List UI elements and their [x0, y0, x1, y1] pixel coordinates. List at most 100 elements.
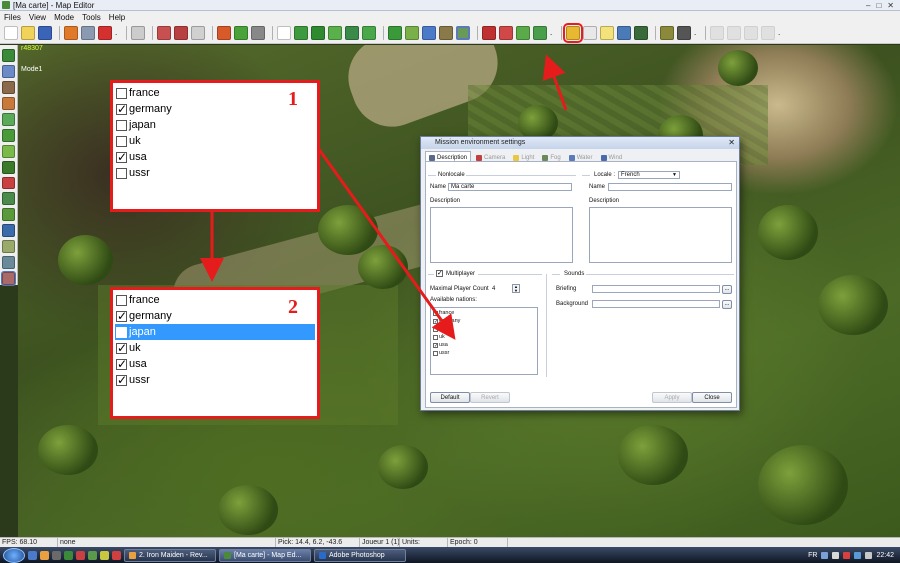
terrain-palette-icon[interactable] — [2, 49, 15, 62]
quicklaunch-icon[interactable] — [100, 550, 109, 560]
locale-name-input[interactable] — [608, 183, 732, 191]
import-icon[interactable] — [64, 26, 78, 40]
checkbox[interactable] — [116, 87, 127, 99]
max-players-stepper[interactable]: ▲ ▼ — [512, 284, 520, 293]
task-iron-maiden[interactable]: 2. Iron Maiden - Rev... — [124, 548, 216, 562]
nation-row[interactable]: france — [115, 85, 315, 101]
start-button[interactable] — [3, 547, 25, 563]
grass-icon[interactable] — [362, 26, 376, 40]
tray-icon[interactable] — [832, 551, 840, 559]
nation-row[interactable]: ussr — [115, 165, 315, 181]
checkbox[interactable]: ✓ — [433, 342, 438, 348]
description-textarea[interactable] — [430, 207, 573, 263]
misc-object-icon[interactable] — [1, 271, 16, 287]
list-item[interactable]: ussr — [433, 349, 535, 357]
checkbox[interactable] — [116, 373, 127, 387]
nation-row[interactable]: ussr — [115, 372, 315, 388]
list-item[interactable]: france — [433, 309, 535, 317]
task-photoshop[interactable]: Adobe Photoshop — [314, 548, 406, 562]
camera-icon[interactable] — [617, 26, 631, 40]
close-button[interactable]: Close — [692, 392, 732, 403]
quicklaunch-icon[interactable] — [76, 550, 85, 560]
nation-row[interactable]: germany — [115, 308, 315, 324]
checkbox[interactable] — [433, 334, 438, 340]
revert-button[interactable]: Revert — [470, 392, 510, 403]
checkbox[interactable] — [116, 357, 127, 371]
open-folder-icon[interactable] — [21, 26, 35, 40]
trigger-icon[interactable] — [499, 26, 513, 40]
nation-row[interactable]: uk — [115, 340, 315, 356]
quicklaunch-icon[interactable] — [112, 550, 121, 560]
checkbox[interactable] — [433, 326, 438, 332]
water-icon[interactable] — [422, 26, 436, 40]
height-icon[interactable] — [234, 26, 248, 40]
hedge-icon[interactable] — [2, 160, 15, 174]
clock[interactable]: 22:42 — [876, 552, 894, 559]
notes-icon[interactable] — [600, 26, 614, 40]
overflow-icon[interactable]: . — [550, 26, 554, 40]
checker-icon[interactable] — [251, 26, 265, 40]
paint-icon[interactable] — [405, 26, 419, 40]
menu-help[interactable]: Help — [109, 13, 125, 22]
multiplayer-checkbox[interactable]: ✓ — [436, 270, 443, 277]
erase-icon[interactable] — [191, 26, 205, 40]
nation-row-selected[interactable]: japan — [115, 324, 315, 340]
fence-icon[interactable] — [345, 26, 359, 40]
nation-row[interactable]: uk — [115, 133, 315, 149]
checkbox[interactable] — [116, 294, 127, 306]
house-icon[interactable] — [2, 80, 15, 94]
bulldozer-icon[interactable] — [174, 26, 188, 40]
new-file-icon[interactable] — [4, 26, 18, 40]
rock-icon[interactable] — [439, 26, 453, 40]
bridge-icon[interactable] — [2, 256, 15, 270]
nation-row[interactable]: france — [115, 292, 315, 308]
nation-row[interactable]: usa — [115, 356, 315, 372]
terrain-tool-icon[interactable] — [157, 26, 171, 40]
dialog-close-icon[interactable]: ✕ — [728, 137, 735, 149]
quicklaunch-icon[interactable] — [88, 550, 97, 560]
list-item[interactable]: uk — [433, 333, 535, 341]
task-map-editor[interactable]: [Ma carte] - Map Ed... — [219, 548, 311, 562]
rocks-icon[interactable] — [2, 240, 15, 254]
mission-settings-icon[interactable] — [563, 23, 583, 43]
checkbox[interactable] — [116, 341, 127, 355]
road-icon[interactable] — [328, 26, 342, 40]
save-icon[interactable] — [38, 26, 52, 40]
target-icon[interactable] — [98, 26, 112, 40]
maximize-button[interactable]: □ — [876, 1, 881, 10]
tray-icon[interactable] — [843, 551, 851, 559]
settings-icon[interactable] — [81, 26, 95, 40]
menu-mode[interactable]: Mode — [54, 13, 74, 22]
path-icon[interactable] — [533, 26, 547, 40]
apply-button[interactable]: Apply — [652, 392, 692, 403]
network-icon[interactable] — [854, 551, 862, 559]
max-players-value[interactable]: 4 — [492, 286, 495, 292]
locale-select[interactable]: French ▼ — [618, 171, 680, 179]
building-icon[interactable] — [2, 64, 15, 78]
background-browse-button[interactable]: ... — [722, 300, 732, 309]
undo-icon[interactable] — [131, 26, 145, 40]
checkbox[interactable] — [116, 167, 127, 179]
select-cursor-icon[interactable] — [277, 26, 291, 40]
eye-icon[interactable] — [456, 26, 470, 40]
checkbox[interactable] — [433, 350, 438, 356]
map-icon[interactable] — [660, 26, 674, 40]
document-icon[interactable] — [583, 26, 597, 40]
quicklaunch-icon[interactable] — [64, 550, 73, 560]
tools-icon[interactable] — [677, 26, 691, 40]
overflow-icon[interactable]: . — [694, 26, 698, 40]
tray-icon[interactable] — [821, 551, 829, 559]
overflow-icon[interactable]: . — [778, 26, 782, 40]
vegetation-icon[interactable] — [311, 26, 325, 40]
forest-icon[interactable] — [388, 26, 402, 40]
default-button[interactable]: Default — [430, 392, 470, 403]
briefing-input[interactable] — [592, 285, 720, 293]
place-object-icon[interactable] — [294, 26, 308, 40]
nation-row[interactable]: japan — [115, 117, 315, 133]
checkbox[interactable] — [116, 102, 127, 116]
minimize-button[interactable]: – — [866, 1, 870, 10]
crate-icon[interactable] — [2, 96, 15, 110]
menu-view[interactable]: View — [29, 13, 46, 22]
tree-icon[interactable] — [2, 128, 15, 142]
menu-tools[interactable]: Tools — [82, 13, 101, 22]
